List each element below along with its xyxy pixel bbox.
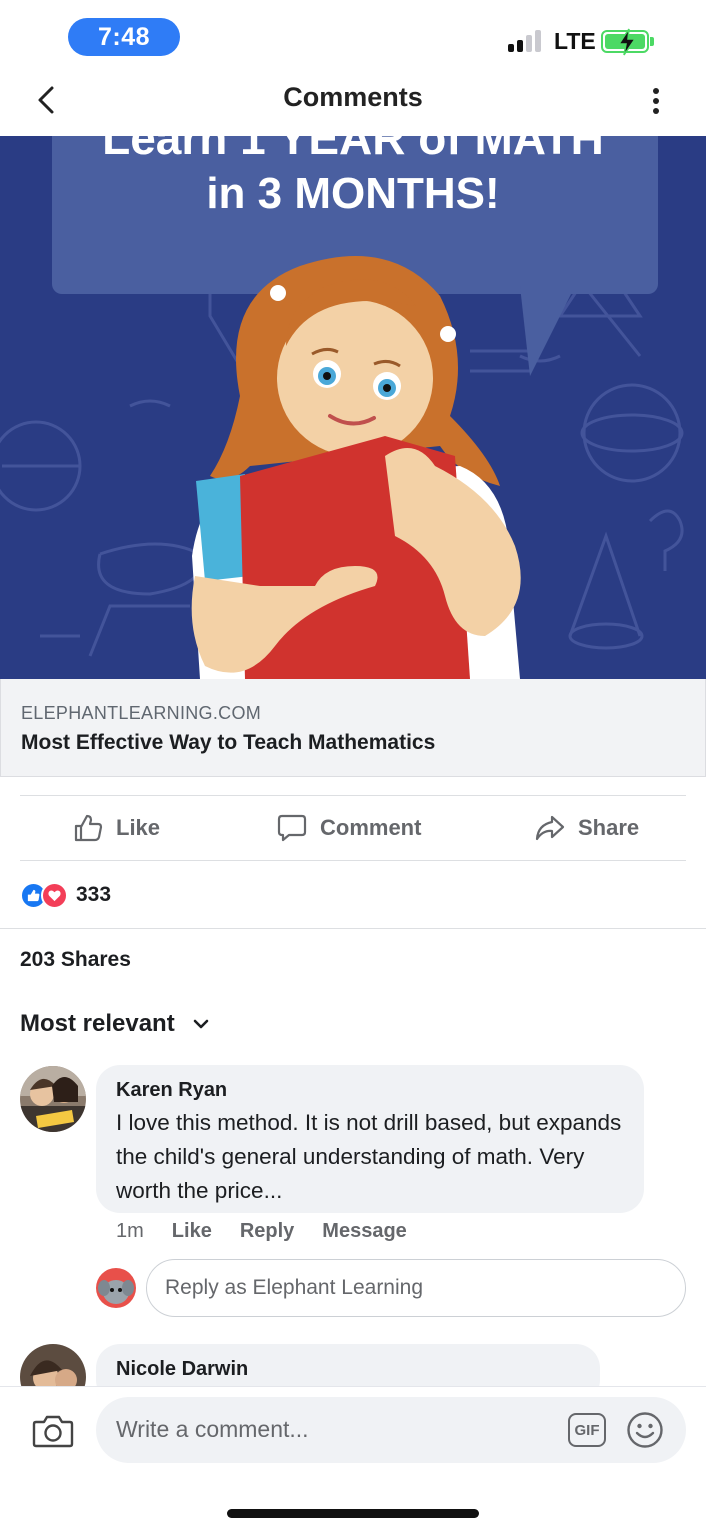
- like-label: Like: [116, 815, 161, 840]
- page-title: Comments: [283, 82, 423, 112]
- ad-image-headline-line1: Learn 1 YEAR of MATH: [102, 136, 604, 164]
- share-count[interactable]: 203 Shares: [20, 948, 131, 972]
- comment-message-button[interactable]: Message: [322, 1220, 407, 1243]
- share-button[interactable]: Share: [534, 796, 639, 860]
- reply-input[interactable]: Reply as Elephant Learning: [146, 1259, 686, 1317]
- header: Comments: [0, 70, 706, 134]
- emoji-icon[interactable]: [626, 1411, 664, 1449]
- page-avatar: [96, 1268, 136, 1308]
- status-bar: 7:48 LTE: [0, 0, 706, 70]
- gif-button[interactable]: GIF: [568, 1413, 606, 1447]
- comment-like-button[interactable]: Like: [172, 1220, 212, 1243]
- divider: [0, 928, 706, 929]
- comment-input[interactable]: Write a comment... GIF: [96, 1397, 686, 1463]
- battery-icon: [601, 28, 649, 56]
- comment-author[interactable]: Nicole Darwin: [116, 1358, 248, 1381]
- signal-strength-icon: [508, 30, 546, 52]
- more-vertical-icon[interactable]: [644, 86, 668, 116]
- home-indicator[interactable]: [227, 1509, 479, 1518]
- avatar[interactable]: [20, 1066, 86, 1132]
- comment-input-placeholder: Write a comment...: [116, 1416, 309, 1442]
- share-icon: [535, 815, 565, 841]
- comment-composer: Write a comment... GIF: [0, 1386, 706, 1528]
- comment-icon: [277, 814, 307, 842]
- ad-image-headline-line2: in 3 MONTHS!: [206, 169, 499, 218]
- divider: [20, 860, 686, 861]
- comment-reply-button[interactable]: Reply: [240, 1220, 294, 1243]
- camera-icon[interactable]: [32, 1413, 74, 1449]
- chevron-down-icon: [193, 1019, 209, 1029]
- like-button[interactable]: Like: [72, 796, 160, 860]
- comment-button[interactable]: Comment: [276, 796, 421, 860]
- post-actions: Like Comment Share: [0, 796, 706, 860]
- sort-label: Most relevant: [20, 1010, 175, 1037]
- link-title: Most Effective Way to Teach Mathematics: [21, 731, 436, 754]
- comment-author[interactable]: Karen Ryan: [116, 1079, 227, 1102]
- reply-placeholder: Reply as Elephant Learning: [165, 1276, 424, 1299]
- reaction-count: 333: [76, 883, 112, 906]
- comment-meta: 1m Like Reply Message: [116, 1220, 435, 1243]
- share-label: Share: [578, 815, 640, 840]
- status-time: 7:48: [68, 18, 180, 56]
- ad-image[interactable]: Learn 1 YEAR of MATH in 3 MONTHS!: [0, 136, 706, 679]
- comment-label: Comment: [320, 815, 422, 840]
- sort-dropdown[interactable]: Most relevant: [20, 1010, 211, 1038]
- link-domain: ELEPHANTLEARNING.COM: [21, 703, 262, 723]
- comment-time: 1m: [116, 1220, 144, 1242]
- thumbs-up-icon: [74, 814, 103, 842]
- love-reaction-icon: [41, 881, 68, 909]
- reactions-summary[interactable]: 333: [20, 878, 111, 912]
- network-type: LTE: [554, 28, 596, 54]
- link-preview[interactable]: ELEPHANTLEARNING.COM Most Effective Way …: [0, 679, 706, 777]
- comment-text: I love this method. It is not drill base…: [116, 1110, 622, 1203]
